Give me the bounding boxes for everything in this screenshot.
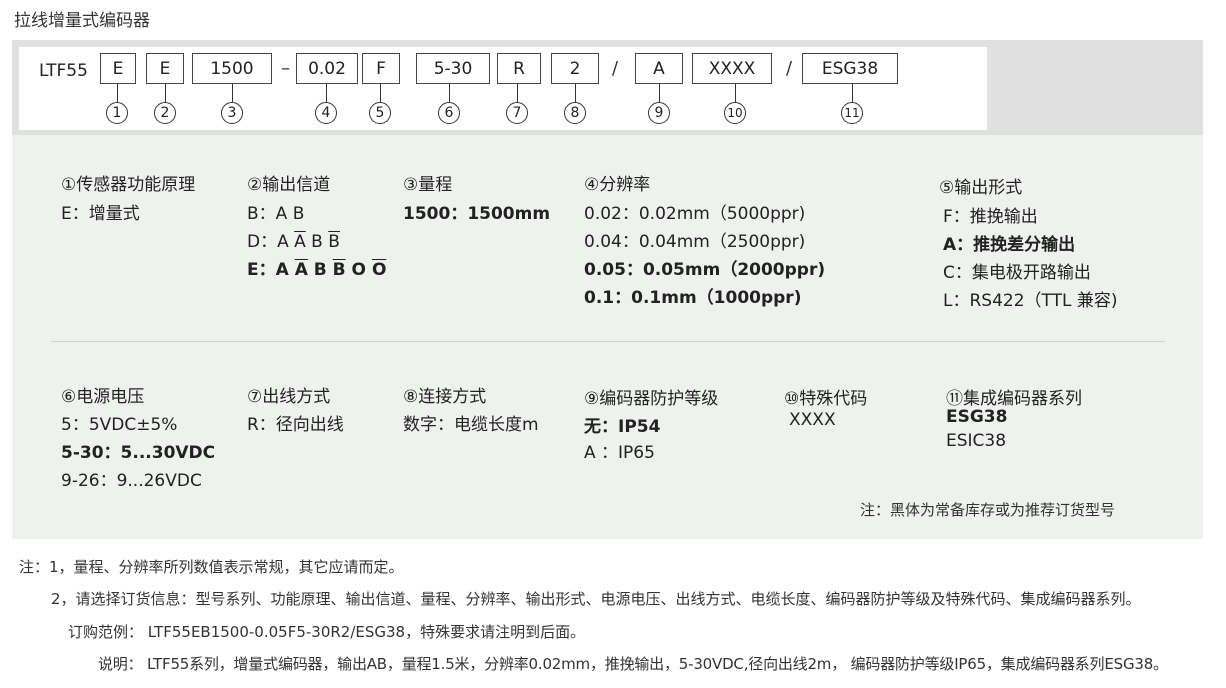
spec-line: B：A B — [247, 204, 305, 224]
code-slash-2: / — [786, 58, 793, 79]
code-box-9: A — [635, 53, 683, 84]
spec-line: C：集电极开路输出 — [943, 263, 1091, 283]
circled-number-4: 4 — [315, 102, 337, 124]
spec-line: A：推挽差分输出 — [943, 235, 1076, 255]
circled-number-10: 10 — [724, 102, 746, 124]
note-line-3: 订购范例： LTF55EB1500-0.05F5-30R2/ESG38，特殊要求… — [68, 623, 586, 641]
spec-heading-protection: ⑨编码器防护等级 — [584, 389, 719, 409]
spec-heading-channel: ②输出信道 — [247, 175, 331, 195]
spec-heading-wiring: ⑦出线方式 — [247, 387, 331, 407]
spec-line: 9-26：9...26VDC — [61, 471, 202, 491]
spec-line: 0.02：0.02mm（5000ppr) — [584, 204, 806, 224]
code-box-5: F — [362, 53, 400, 84]
spec-line: ESIC38 — [946, 431, 1007, 451]
code-box-8: 2 — [551, 53, 599, 84]
connector-line — [165, 84, 166, 102]
code-box-7: R — [497, 53, 541, 84]
code-dash: – — [281, 58, 290, 79]
note-line-1: 注：1，量程、分辨率所列数值表示常规，其它应请而定。 — [19, 558, 404, 576]
note-line-2: 2，请选择订货信息：型号系列、功能原理、输出信道、量程、分辨率、输出形式、电源电… — [51, 590, 1141, 608]
circled-number-7: 7 — [506, 102, 528, 124]
spec-line-channel-e: E：A A B B O O — [247, 260, 387, 280]
spec-heading-range: ③量程 — [403, 175, 453, 195]
spec-heading-resolution: ④分辨率 — [584, 175, 651, 195]
spec-line: 5：5VDC±5% — [61, 415, 178, 435]
spec-line: A ：IP65 — [584, 443, 655, 463]
circled-number-1: 1 — [106, 102, 128, 124]
stock-footnote: 注：黑体为常备库存或为推荐订货型号 — [860, 501, 1116, 519]
circled-number-11: 11 — [841, 102, 863, 124]
circled-number-9: 9 — [648, 102, 670, 124]
code-slash-1: / — [612, 58, 619, 79]
code-box-1: E — [100, 53, 136, 84]
spec-line: ESG38 — [946, 407, 1008, 427]
spec-line: F：推挽输出 — [943, 207, 1038, 227]
note-line-4: 说明： LTF55系列，增量式编码器，输出AB，量程1.5米，分辨率0.02mm… — [98, 655, 1168, 673]
code-box-11: ESG38 — [802, 53, 898, 84]
spec-heading-connection: ⑧连接方式 — [403, 387, 487, 407]
connector-line — [575, 84, 576, 102]
code-box-10: XXXX — [692, 53, 772, 84]
spec-heading-voltage: ⑥电源电压 — [61, 387, 145, 407]
spec-heading-output: ⑤输出形式 — [939, 178, 1023, 198]
circled-number-3: 3 — [221, 102, 243, 124]
connector-line — [117, 84, 118, 102]
spec-heading-function: ①传感器功能原理 — [61, 175, 196, 195]
spec-line: 0.05：0.05mm（2000ppr) — [584, 260, 826, 280]
spec-line: 5-30：5...30VDC — [61, 443, 216, 463]
circled-number-6: 6 — [438, 102, 460, 124]
circled-number-8: 8 — [564, 102, 586, 124]
model-prefix: LTF55 — [39, 61, 88, 81]
spec-heading-series: ⑪集成编码器系列 — [946, 389, 1082, 409]
connector-line — [326, 84, 327, 102]
spec-line: 数字：电缆长度m — [403, 415, 539, 435]
connector-line — [517, 84, 518, 102]
code-box-6: 5-30 — [416, 53, 490, 84]
circled-number-5: 5 — [369, 102, 391, 124]
spec-line: E：增量式 — [61, 204, 140, 224]
connector-line — [380, 84, 381, 102]
spec-line: XXXX — [789, 410, 836, 430]
code-box-3: 1500 — [192, 53, 272, 84]
code-box-2: E — [146, 53, 184, 84]
section-divider — [51, 341, 1165, 342]
spec-line: R：径向出线 — [247, 415, 344, 435]
circled-number-2: 2 — [154, 102, 176, 124]
page-title: 拉线增量式编码器 — [14, 11, 150, 31]
spec-line: 0.04：0.04mm（2500ppr) — [584, 232, 806, 252]
connector-line — [735, 84, 736, 102]
connector-line — [659, 84, 660, 102]
connector-line — [232, 84, 233, 102]
connector-line — [449, 84, 450, 102]
spec-line: 1500：1500mm — [403, 204, 551, 224]
spec-line: 0.1：0.1mm（1000ppr) — [584, 288, 802, 308]
spec-heading-special: ⑩特殊代码 — [784, 389, 868, 409]
spec-line: L：RS422（TTL 兼容) — [943, 291, 1118, 311]
connector-line — [852, 84, 853, 102]
spec-line: 无：IP54 — [584, 417, 661, 437]
code-box-4: 0.02 — [296, 53, 358, 84]
spec-line-channel-d: D：A A B B — [247, 232, 340, 252]
